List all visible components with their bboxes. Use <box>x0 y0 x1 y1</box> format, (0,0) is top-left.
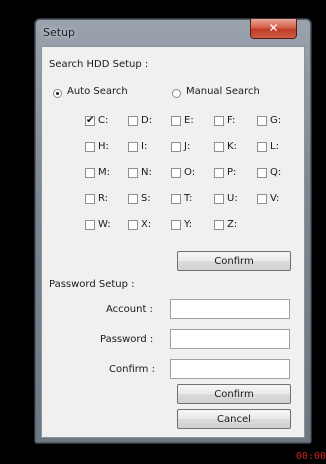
password-input[interactable] <box>171 333 289 352</box>
password-field[interactable] <box>170 329 290 352</box>
search-confirm-button[interactable]: Confirm <box>177 251 291 271</box>
drive-label: C: <box>98 115 109 126</box>
drive-label: K: <box>227 141 237 152</box>
drive-checkbox[interactable] <box>214 168 224 178</box>
drive-label: T: <box>184 193 193 204</box>
drive-checkbox[interactable] <box>257 116 267 126</box>
drive-checkbox[interactable]: ✔ <box>85 116 95 126</box>
drive-checkbox[interactable] <box>257 142 267 152</box>
drive-label: O: <box>184 167 196 178</box>
close-button[interactable]: ✕ <box>250 19 297 39</box>
drive-label: H: <box>98 141 109 152</box>
manual-search-radio[interactable] <box>172 89 181 98</box>
drive-label: X: <box>141 219 152 230</box>
setup-dialog: Setup ✕ Search HDD Setup : Auto Search M… <box>34 18 312 444</box>
drive-label: D: <box>141 115 153 126</box>
confirm-password-field[interactable] <box>170 359 290 382</box>
password-setup-heading: Password Setup : <box>49 279 135 290</box>
close-icon: ✕ <box>268 21 279 35</box>
drive-label: W: <box>98 219 111 230</box>
drive-checkbox[interactable] <box>171 142 181 152</box>
drive-checkbox[interactable] <box>85 194 95 204</box>
auto-search-radio[interactable] <box>53 89 62 98</box>
manual-search-label: Manual Search <box>186 86 260 97</box>
drive-label: J: <box>184 141 191 152</box>
title-bar[interactable]: Setup ✕ <box>35 19 311 46</box>
drive-checkbox[interactable] <box>128 168 138 178</box>
drive-label: S: <box>141 193 151 204</box>
drive-label: E: <box>184 115 194 126</box>
drive-checkbox[interactable] <box>171 168 181 178</box>
drive-checkbox[interactable] <box>171 220 181 230</box>
drive-checkbox[interactable] <box>85 142 95 152</box>
search-hdd-heading: Search HDD Setup : <box>49 59 149 70</box>
drive-checkbox[interactable] <box>214 116 224 126</box>
account-input[interactable] <box>171 303 289 322</box>
auto-search-label: Auto Search <box>67 86 128 97</box>
drive-label: V: <box>270 193 280 204</box>
account-field[interactable] <box>170 299 290 322</box>
password-label: Password : <box>100 334 154 345</box>
drive-checkbox[interactable] <box>128 194 138 204</box>
drive-label: N: <box>141 167 152 178</box>
drive-label: Y: <box>184 219 193 230</box>
drive-label: R: <box>98 193 109 204</box>
drive-checkbox[interactable] <box>257 194 267 204</box>
drive-checkbox[interactable] <box>128 142 138 152</box>
dialog-body: Search HDD Setup : Auto Search Manual Se… <box>41 46 305 438</box>
drive-label: U: <box>227 193 238 204</box>
drive-checkbox[interactable] <box>128 220 138 230</box>
overlay-timestamp: 00:00 <box>295 451 326 462</box>
password-confirm-button[interactable]: Confirm <box>177 384 291 404</box>
screen: Setup ✕ Search HDD Setup : Auto Search M… <box>0 0 326 464</box>
drive-checkbox[interactable] <box>85 220 95 230</box>
drive-label: M: <box>98 167 110 178</box>
checkmark-icon: ✔ <box>86 115 95 126</box>
drive-checkbox[interactable] <box>85 168 95 178</box>
cancel-button[interactable]: Cancel <box>177 409 291 429</box>
drive-label: P: <box>227 167 237 178</box>
drive-label: Q: <box>270 167 282 178</box>
drive-label: L: <box>270 141 279 152</box>
drive-checkbox[interactable] <box>171 116 181 126</box>
drive-checkbox[interactable] <box>128 116 138 126</box>
drive-label: Z: <box>227 219 238 230</box>
drive-checkbox[interactable] <box>214 220 224 230</box>
confirm-password-input[interactable] <box>171 363 289 382</box>
drive-label: I: <box>141 141 148 152</box>
drive-checkbox[interactable] <box>214 142 224 152</box>
drive-label: F: <box>227 115 236 126</box>
drive-checkbox[interactable] <box>257 168 267 178</box>
account-label: Account : <box>106 304 153 315</box>
drive-checkbox[interactable] <box>214 194 224 204</box>
confirm-password-label: Confirm : <box>109 364 155 375</box>
dialog-title: Setup <box>43 26 76 39</box>
drive-checkbox[interactable] <box>171 194 181 204</box>
drive-label: G: <box>270 115 282 126</box>
